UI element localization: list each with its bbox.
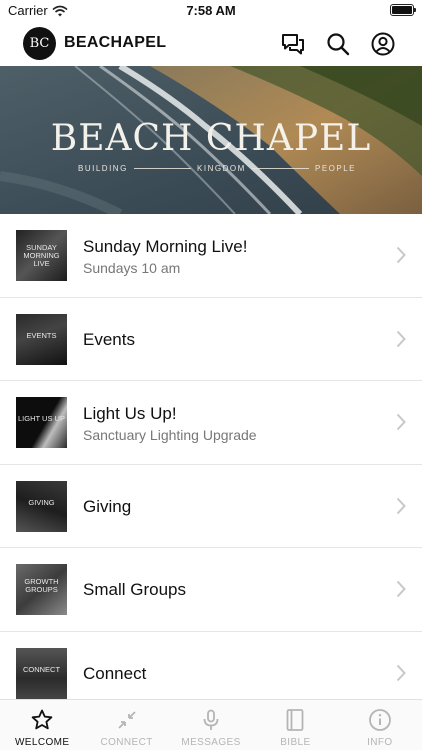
thumbnail-label: CONNECT <box>22 664 61 674</box>
thumbnail-label: SUNDAY MORNING LIVE <box>23 243 60 268</box>
microphone-icon <box>203 709 219 730</box>
church-logo[interactable]: BC <box>23 27 56 60</box>
item-title: Connect <box>83 663 147 683</box>
bottom-tab-bar: WELCOME CONNECT MESSAGES BIBLE INFO <box>0 699 422 750</box>
item-thumbnail: LIGHT US UP <box>16 397 67 448</box>
item-title: Sunday Morning Live! <box>83 237 248 256</box>
search-icon[interactable] <box>325 31 351 57</box>
tab-connect[interactable]: CONNECT <box>84 700 168 750</box>
star-icon <box>31 709 53 730</box>
item-title: Small Groups <box>83 580 186 599</box>
item-text: Connect <box>83 664 382 684</box>
account-icon[interactable] <box>370 31 396 57</box>
tab-info[interactable]: INFO <box>338 700 422 750</box>
arrows-icon <box>117 711 136 729</box>
chevron-right-icon <box>396 413 406 431</box>
tab-welcome[interactable]: WELCOME <box>0 700 84 750</box>
tab-bible[interactable]: BIBLE <box>253 700 337 750</box>
book-icon <box>287 709 304 731</box>
thumbnail-label: LIGHT US UP <box>18 414 65 423</box>
status-bar: Carrier 7:58 AM <box>0 0 422 22</box>
tagline-word: KINGDOM <box>197 164 246 173</box>
hero-tagline: BUILDING KINGDOM PEOPLE <box>78 164 356 173</box>
thumbnail-label: GROWTH GROUPS <box>24 577 59 594</box>
item-text: Giving <box>83 497 382 517</box>
list-item-giving[interactable]: GIVING Giving <box>0 465 422 548</box>
thumbnail-label: GIVING <box>28 497 55 507</box>
list-item-light-us-up[interactable]: LIGHT US UP Light Us Up! Sanctuary Light… <box>0 381 422 465</box>
status-time: 7:58 AM <box>186 3 236 18</box>
item-subtitle: Sundays 10 am <box>83 260 181 276</box>
list-item-sunday-morning-live[interactable]: SUNDAY MORNING LIVE Sunday Morning Live!… <box>0 214 422 298</box>
item-text: Events <box>83 330 382 350</box>
chevron-right-icon <box>396 580 406 598</box>
list-item-events[interactable]: EVENTS Events <box>0 298 422 381</box>
tagline-word: PEOPLE <box>315 164 357 173</box>
item-thumbnail: GIVING <box>16 480 67 532</box>
item-text: Small Groups <box>83 580 382 600</box>
tab-label: WELCOME <box>14 737 70 748</box>
hero-banner[interactable]: BEACH CHAPEL BUILDING KINGDOM PEOPLE <box>0 66 422 214</box>
battery-icon <box>390 4 416 16</box>
item-thumbnail: EVENTS <box>16 313 67 365</box>
item-thumbnail: CONNECT <box>16 647 67 699</box>
item-text: Light Us Up! Sanctuary Lighting Upgrade <box>83 404 382 443</box>
item-title: Light Us Up! <box>83 404 177 423</box>
app-header: BC BEACHAPEL <box>0 22 422 66</box>
list-item-small-groups[interactable]: GROWTH GROUPS Small Groups <box>0 548 422 632</box>
tab-label: MESSAGES <box>181 737 241 748</box>
chevron-right-icon <box>396 497 406 514</box>
hero-title: BEACH CHAPEL <box>50 118 372 159</box>
item-text: Sunday Morning Live! Sundays 10 am <box>83 237 382 276</box>
chevron-right-icon <box>396 246 406 264</box>
app-title: BEACHAPEL <box>64 34 167 51</box>
item-title: Events <box>83 329 135 349</box>
item-subtitle: Sanctuary Lighting Upgrade <box>83 427 257 443</box>
item-thumbnail: GROWTH GROUPS <box>16 564 67 615</box>
chat-bubbles-icon[interactable] <box>280 31 306 57</box>
chevron-right-icon <box>396 330 406 347</box>
content-list: SUNDAY MORNING LIVE Sunday Morning Live!… <box>0 214 422 715</box>
tab-label: BIBLE <box>280 737 311 748</box>
tagline-word: BUILDING <box>78 164 128 173</box>
tagline-divider <box>133 168 192 169</box>
item-title: Giving <box>83 496 132 516</box>
info-icon <box>368 709 391 731</box>
tagline-divider <box>251 168 309 169</box>
tab-messages[interactable]: MESSAGES <box>169 700 253 750</box>
tab-label: INFO <box>367 737 393 748</box>
tab-label: CONNECT <box>100 737 153 748</box>
item-thumbnail: SUNDAY MORNING LIVE <box>16 230 67 281</box>
thumbnail-label: EVENTS <box>26 330 57 340</box>
chevron-right-icon <box>396 664 406 681</box>
